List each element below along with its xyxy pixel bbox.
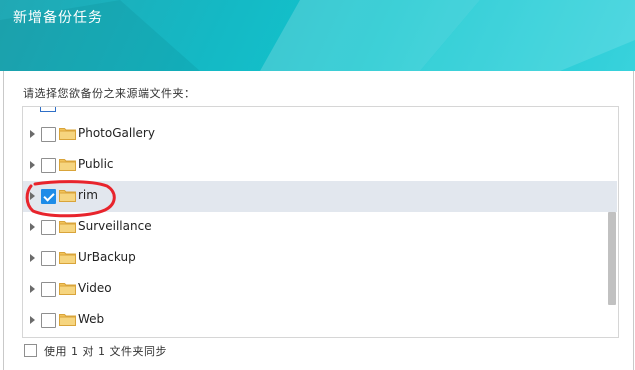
- folder-row-selected[interactable]: rim: [23, 181, 617, 212]
- folder-checkbox[interactable]: [41, 158, 56, 173]
- folder-icon: [59, 221, 76, 233]
- caret-right-icon[interactable]: [30, 223, 35, 231]
- caret-right-icon[interactable]: [30, 316, 35, 324]
- folder-icon: [59, 190, 76, 202]
- folder-icon: [59, 159, 76, 171]
- folder-checkbox[interactable]: [41, 127, 56, 142]
- folder-name: rim: [78, 188, 98, 202]
- dialog-title: 新增备份任务: [13, 10, 103, 26]
- folder-name: Public: [78, 157, 114, 171]
- folder-name: PhotoGallery: [78, 126, 155, 140]
- folder-row[interactable]: Surveillance: [23, 212, 617, 243]
- folder-row[interactable]: UrBackup: [23, 243, 617, 274]
- folder-row[interactable]: Public: [23, 150, 617, 181]
- sync-option-label: 使用 1 对 1 文件夹同步: [44, 345, 167, 358]
- caret-right-icon[interactable]: [30, 254, 35, 262]
- folder-icon: [59, 252, 76, 264]
- folder-checkbox[interactable]: [41, 251, 56, 266]
- sync-option-checkbox[interactable]: [24, 344, 37, 357]
- folder-name: UrBackup: [78, 250, 136, 264]
- caret-right-icon[interactable]: [30, 192, 35, 200]
- folder-checkbox-checked[interactable]: [41, 189, 56, 204]
- folder-checkbox[interactable]: [41, 313, 56, 328]
- folder-name: Video: [78, 281, 112, 295]
- folder-row[interactable]: Video: [23, 274, 617, 305]
- folder-checkbox[interactable]: [41, 220, 56, 235]
- folder-icon: [59, 128, 76, 140]
- folder-name: Web: [78, 312, 105, 326]
- folder-tree: PhotoGallery Public rim Surveillance UrB…: [22, 106, 619, 338]
- folder-row[interactable]: Web: [23, 305, 617, 336]
- folder-checkbox[interactable]: [41, 282, 56, 297]
- caret-right-icon[interactable]: [30, 285, 35, 293]
- dialog-body: 请选择您欲备份之来源端文件夹： PhotoGallery Public rim …: [3, 71, 634, 370]
- previous-checkbox-edge[interactable]: [40, 107, 56, 112]
- folder-name: Surveillance: [78, 219, 152, 233]
- folder-row[interactable]: PhotoGallery: [23, 119, 617, 150]
- caret-right-icon[interactable]: [30, 130, 35, 138]
- source-folder-prompt: 请选择您欲备份之来源端文件夹：: [23, 87, 196, 100]
- folder-icon: [59, 283, 76, 295]
- folder-icon: [59, 314, 76, 326]
- dialog-header: 新增备份任务: [0, 0, 635, 71]
- caret-right-icon[interactable]: [30, 161, 35, 169]
- tree-scrollbar[interactable]: [608, 212, 616, 305]
